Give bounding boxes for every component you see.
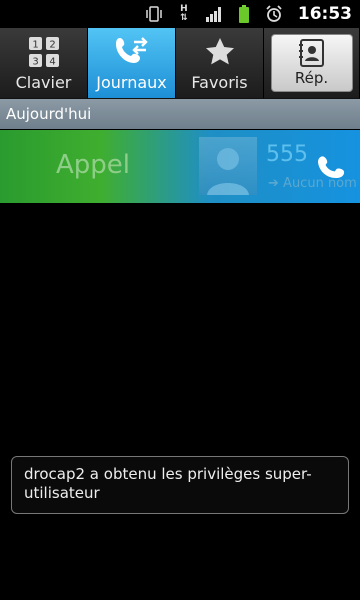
call-number: 555 bbox=[266, 142, 308, 167]
tab-keypad-label: Clavier bbox=[15, 72, 72, 92]
incoming-call-icon: ➔ bbox=[268, 176, 279, 191]
signal-icon bbox=[204, 5, 224, 23]
call-log-icon bbox=[114, 35, 150, 69]
phone-icon[interactable] bbox=[316, 152, 346, 182]
tab-contacts[interactable]: Rép. bbox=[264, 28, 360, 98]
section-header-today: Aujourd'hui bbox=[0, 99, 360, 129]
status-time: 16:53 bbox=[297, 4, 352, 24]
contacts-icon bbox=[298, 39, 325, 67]
toast-message: drocap2 a obtenu les privilèges super-ut… bbox=[24, 465, 312, 502]
svg-text:1: 1 bbox=[32, 39, 38, 50]
tab-call-log[interactable]: Journaux bbox=[88, 28, 176, 98]
network-type-icon: H ⇅ bbox=[180, 4, 188, 23]
vibrate-icon bbox=[144, 5, 164, 23]
svg-text:4: 4 bbox=[49, 56, 55, 67]
alarm-icon bbox=[264, 5, 284, 23]
keypad-icon: 1 2 3 4 bbox=[27, 35, 61, 69]
swipe-call-label: Appel bbox=[56, 150, 131, 180]
contacts-button[interactable]: Rép. bbox=[270, 34, 353, 92]
tab-favorites-label: Favoris bbox=[191, 72, 248, 92]
section-title: Aujourd'hui bbox=[6, 105, 92, 123]
battery-icon bbox=[234, 5, 254, 23]
call-log-entry[interactable]: Appel 555 ➔ Aucun nom bbox=[0, 130, 360, 203]
tab-keypad[interactable]: 1 2 3 4 Clavier bbox=[0, 28, 88, 98]
svg-text:3: 3 bbox=[32, 56, 38, 67]
tab-call-log-label: Journaux bbox=[96, 72, 167, 92]
star-icon bbox=[204, 35, 236, 69]
tab-bar: 1 2 3 4 Clavier Journaux Favoris Rép. bbox=[0, 28, 360, 100]
tab-contacts-label: Rép. bbox=[294, 69, 329, 87]
contact-avatar bbox=[199, 137, 257, 195]
status-bar: H ⇅ 16:53 bbox=[0, 0, 360, 28]
toast-notification: drocap2 a obtenu les privilèges super-ut… bbox=[11, 456, 349, 514]
svg-text:2: 2 bbox=[49, 39, 55, 50]
tab-favorites[interactable]: Favoris bbox=[176, 28, 264, 98]
